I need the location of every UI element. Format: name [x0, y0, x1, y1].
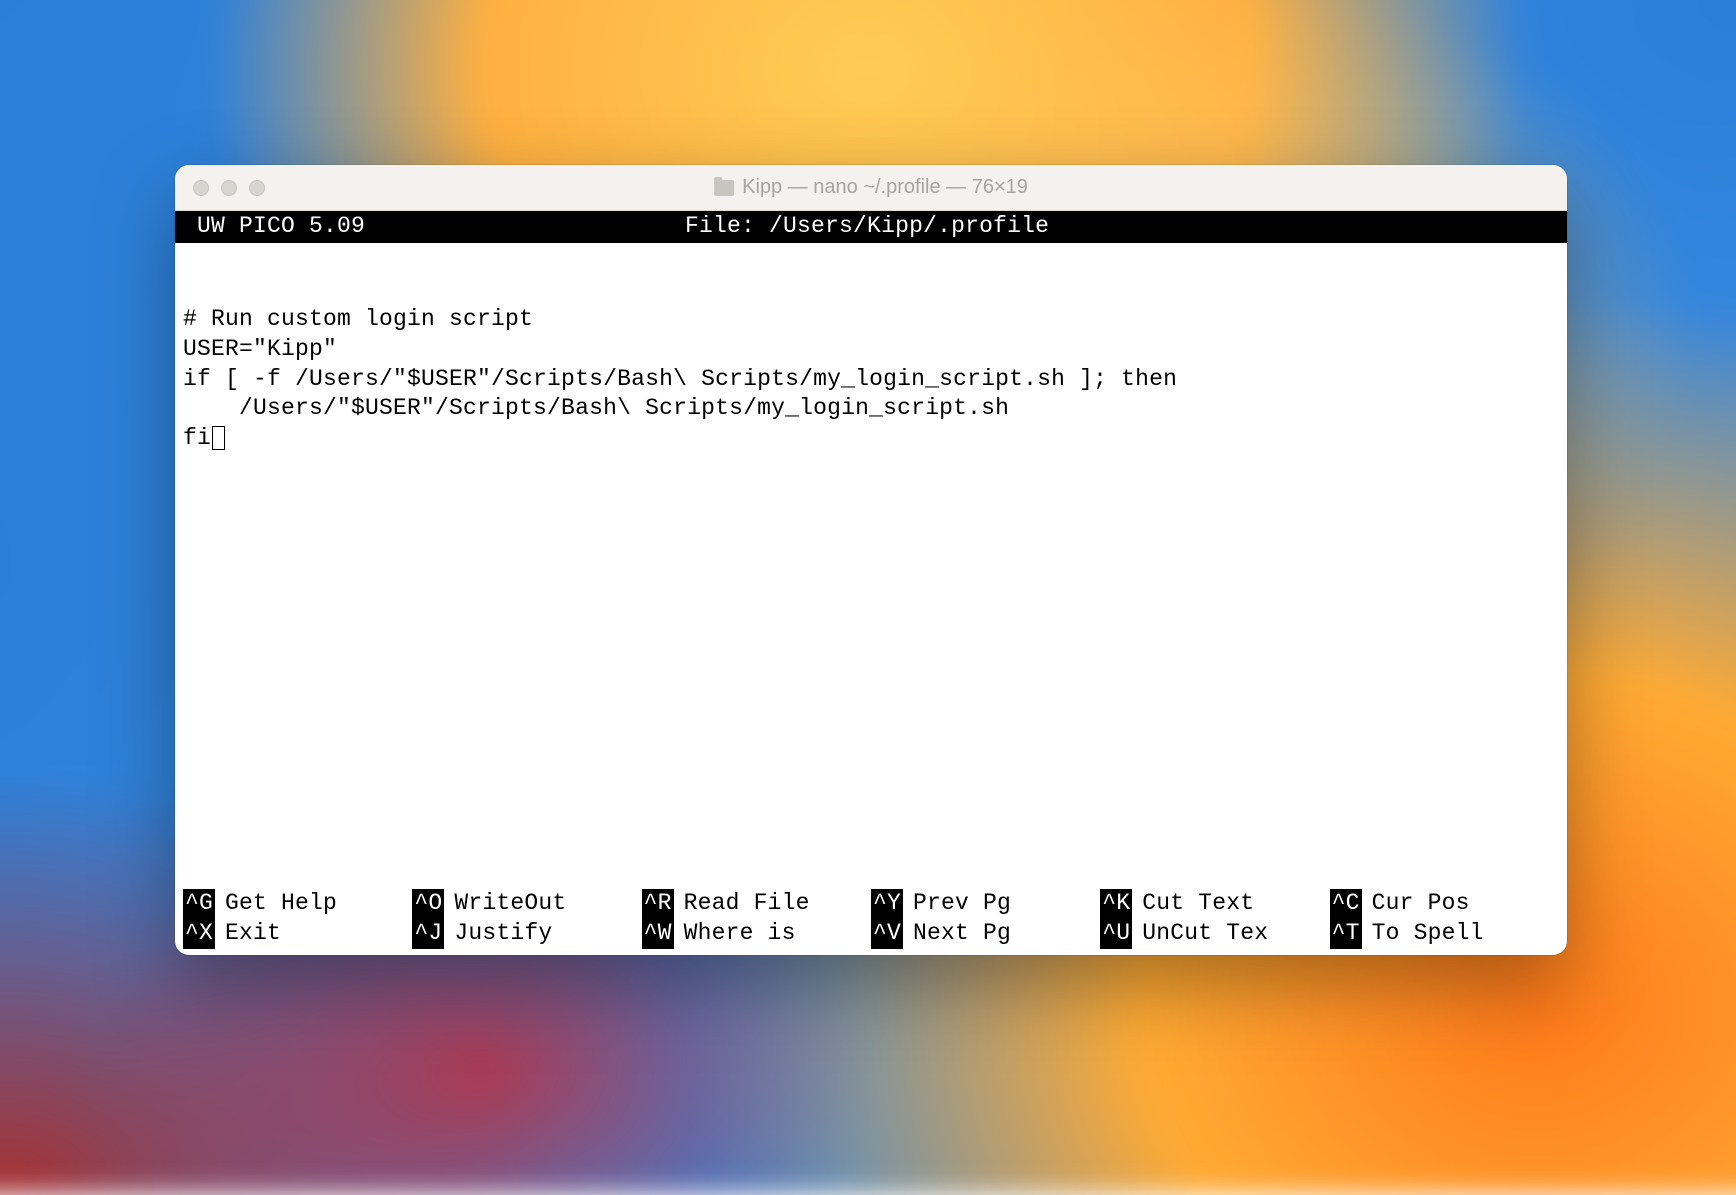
shortcut-key: ^W — [642, 919, 674, 949]
shortcut-key: ^G — [183, 889, 215, 919]
editor-line[interactable]: /Users/"$USER"/Scripts/Bash\ Scripts/my_… — [183, 394, 1559, 424]
shortcut-key: ^X — [183, 919, 215, 949]
shortcut-exit: ^X Exit — [183, 919, 412, 949]
close-button[interactable] — [193, 180, 209, 196]
shortcut-key: ^J — [412, 919, 444, 949]
shortcut-label: Cut Text — [1142, 889, 1254, 919]
traffic-lights — [175, 180, 265, 196]
shortcut-justify: ^J Justify — [412, 919, 641, 949]
shortcut-key: ^T — [1330, 919, 1362, 949]
editor-body[interactable]: # Run custom login scriptUSER="Kipp"if [… — [175, 243, 1567, 889]
shortcut-key: ^K — [1100, 889, 1132, 919]
shortcut-label: Get Help — [225, 889, 337, 919]
editor-line[interactable]: if [ -f /Users/"$USER"/Scripts/Bash\ Scr… — [183, 365, 1559, 395]
window-title: Kipp — nano ~/.profile — 76×19 — [714, 176, 1028, 199]
shortcut-key: ^C — [1330, 889, 1362, 919]
window-title-bar[interactable]: Kipp — nano ~/.profile — 76×19 — [175, 165, 1567, 211]
text-cursor — [212, 426, 225, 450]
minimize-button[interactable] — [221, 180, 237, 196]
shortcut-uncut-text: ^U UnCut Tex — [1100, 919, 1329, 949]
editor-app-name: UW PICO 5.09 — [183, 212, 365, 242]
shortcut-label: Cur Pos — [1372, 889, 1470, 919]
shortcut-row-2: ^X Exit ^J Justify ^W Where is ^V Next P… — [183, 919, 1559, 949]
shortcut-label: Next Pg — [913, 919, 1011, 949]
shortcut-read-file: ^R Read File — [642, 889, 871, 919]
shortcut-label: UnCut Tex — [1142, 919, 1268, 949]
shortcut-label: Justify — [454, 919, 552, 949]
editor-header-bar: UW PICO 5.09 File: /Users/Kipp/.profile — [175, 211, 1567, 243]
shortcut-to-spell: ^T To Spell — [1330, 919, 1559, 949]
shortcut-get-help: ^G Get Help — [183, 889, 412, 919]
shortcut-cut-text: ^K Cut Text — [1100, 889, 1329, 919]
editor-file-label: File: /Users/Kipp/.profile — [685, 212, 1049, 242]
shortcut-label: Exit — [225, 919, 281, 949]
shortcut-next-pg: ^V Next Pg — [871, 919, 1100, 949]
shortcut-row-1: ^G Get Help ^O WriteOut ^R Read File ^Y … — [183, 889, 1559, 919]
window-title-text: Kipp — nano ~/.profile — 76×19 — [742, 176, 1028, 199]
shortcut-label: Prev Pg — [913, 889, 1011, 919]
editor-shortcuts: ^G Get Help ^O WriteOut ^R Read File ^Y … — [175, 889, 1567, 955]
shortcut-label: Where is — [684, 919, 796, 949]
editor-line[interactable]: USER="Kipp" — [183, 335, 1559, 365]
shortcut-writeout: ^O WriteOut — [412, 889, 641, 919]
shortcut-key: ^Y — [871, 889, 903, 919]
terminal-window: Kipp — nano ~/.profile — 76×19 UW PICO 5… — [175, 165, 1567, 955]
shortcut-where-is: ^W Where is — [642, 919, 871, 949]
shortcut-cur-pos: ^C Cur Pos — [1330, 889, 1559, 919]
shortcut-key: ^O — [412, 889, 444, 919]
editor-line[interactable]: # Run custom login script — [183, 305, 1559, 335]
shortcut-key: ^V — [871, 919, 903, 949]
maximize-button[interactable] — [249, 180, 265, 196]
editor-line[interactable]: fi — [183, 424, 1559, 454]
shortcut-label: Read File — [684, 889, 810, 919]
folder-icon — [714, 180, 734, 196]
terminal-content[interactable]: UW PICO 5.09 File: /Users/Kipp/.profile … — [175, 211, 1567, 955]
shortcut-key: ^U — [1100, 919, 1132, 949]
shortcut-key: ^R — [642, 889, 674, 919]
shortcut-label: WriteOut — [454, 889, 566, 919]
shortcut-prev-pg: ^Y Prev Pg — [871, 889, 1100, 919]
shortcut-label: To Spell — [1372, 919, 1484, 949]
